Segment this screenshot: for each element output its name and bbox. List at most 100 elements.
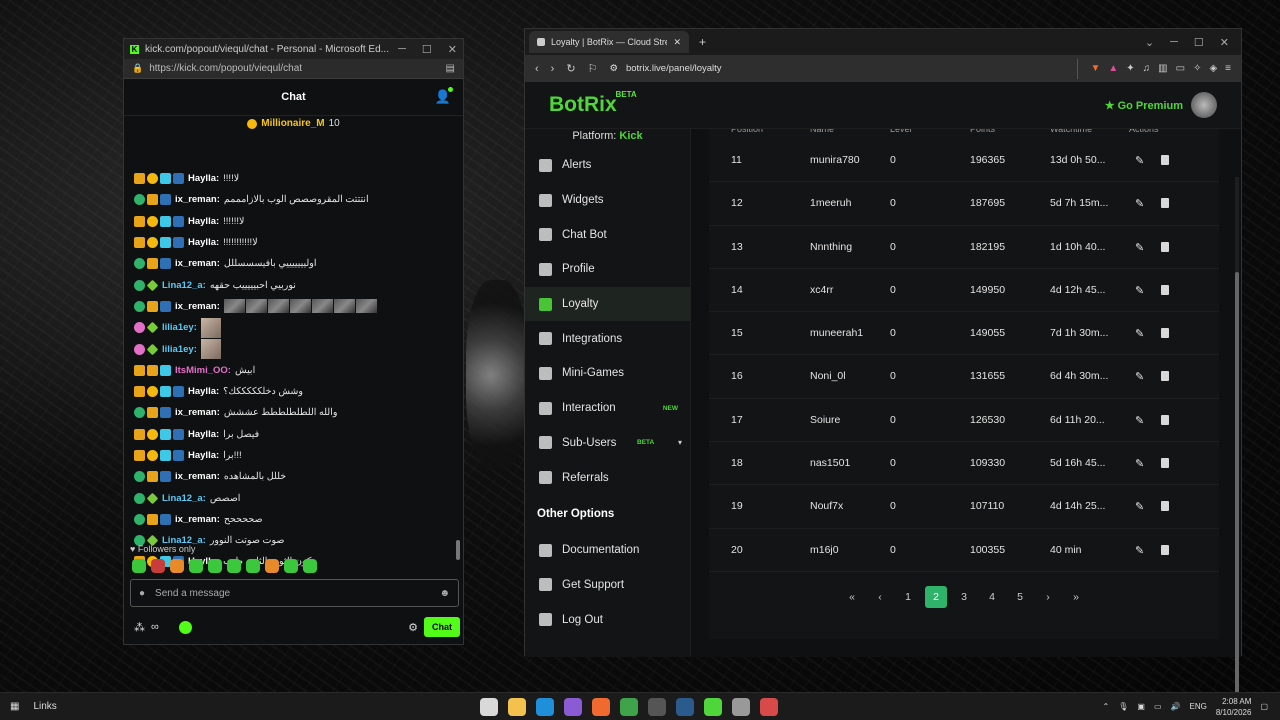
chat-badge-icon[interactable] [173,428,184,440]
wallet-icon[interactable]: ▭ [1176,63,1185,74]
chat-username[interactable]: Haylla: [188,386,219,397]
chat-badge-icon[interactable] [160,407,171,419]
chat-badge-icon[interactable] [173,215,184,227]
chat-username[interactable]: ix_reman: [175,407,220,418]
sidebar-item-log-out[interactable]: Log Out [525,602,690,637]
sidebar-item-sub-users[interactable]: Sub-Users BETA ▾ [525,426,690,461]
emote-icon[interactable] [208,559,222,573]
chat-badge-icon[interactable] [134,386,145,398]
lock-icon[interactable]: 🔒 [132,63,143,74]
chevron-down-icon[interactable]: ▾ [678,438,682,447]
chat-badge-icon[interactable] [147,471,158,483]
chat-username[interactable]: ix_reman: [175,194,220,205]
brave-rewards-icon[interactable]: ▲ [1108,63,1118,74]
steam-icon[interactable] [676,697,694,716]
delete-trash-icon[interactable] [1161,371,1169,382]
notification-icon[interactable]: ▢ [1260,702,1268,711]
chat-badge-icon[interactable] [147,513,158,525]
chat-username[interactable]: ix_reman: [175,471,220,482]
page-button[interactable]: 3 [953,586,975,608]
minimize-icon[interactable]: ─ [398,43,406,56]
battery-icon[interactable]: ▭ [1154,702,1162,711]
sidebar-item-get-support[interactable]: Get Support [525,568,690,603]
prev-page-icon[interactable]: ‹ [869,586,891,608]
chat-badge-icon[interactable] [173,173,184,185]
chat-badge-icon[interactable] [146,321,159,334]
chat-badge-icon[interactable] [173,450,184,461]
edit-pencil-icon[interactable]: ✎ [1135,327,1144,340]
edit-pencil-icon[interactable]: ✎ [1135,154,1144,167]
tray-chevron-icon[interactable]: ⌃ [1103,702,1110,711]
start-icon[interactable] [480,697,498,716]
settings-gear-icon[interactable]: ⚙ [408,621,418,634]
botrix-logo[interactable]: BotRix BETA [549,90,637,117]
delete-trash-icon[interactable] [1161,414,1169,425]
chat-badge-icon[interactable] [146,492,159,504]
reader-icon[interactable]: ▤ [446,63,455,74]
chat-badge-icon[interactable] [134,492,145,504]
chat-badge-icon[interactable] [147,428,158,440]
chat-badge-icon[interactable] [134,173,145,185]
chat-username[interactable]: ix_reman: [175,258,220,269]
chat-badge-icon[interactable] [134,471,145,483]
chat-badge-icon[interactable] [147,450,158,461]
chat-username[interactable]: Lina12_a: [162,493,206,504]
chat-badge-icon[interactable] [147,194,158,206]
volume-icon[interactable]: 🔊 [1171,702,1181,711]
delete-trash-icon[interactable] [1161,328,1169,339]
emote-icon[interactable] [170,559,184,573]
edit-pencil-icon[interactable]: ✎ [1135,414,1144,427]
widgets-icon[interactable]: ▦ [10,701,19,712]
chat-badge-icon[interactable] [160,194,171,206]
page-scrollbar[interactable] [1235,177,1239,702]
vpn-icon[interactable]: ◈ [1209,63,1217,74]
edge-icon[interactable] [536,697,554,716]
chat-username[interactable]: Haylla: [188,237,219,248]
chat-username[interactable]: lilia1ey: [162,322,197,333]
chat-badge-icon[interactable] [147,237,158,249]
chat-badge-icon[interactable] [160,237,171,249]
chat-badge-icon[interactable] [160,386,171,398]
chat-badge-icon[interactable] [134,258,145,270]
discord-icon[interactable] [564,697,582,716]
chat-badge-icon[interactable] [147,215,158,227]
media-icon[interactable]: ♫ [1143,63,1151,74]
emote-icon[interactable] [151,559,165,573]
delete-trash-icon[interactable] [1161,284,1169,295]
language-indicator[interactable]: ENG [1190,702,1207,711]
chat-badge-icon[interactable] [134,407,145,419]
chat-badge-icon[interactable] [160,300,171,312]
maximize-icon[interactable]: ☐ [1194,36,1204,49]
delete-trash-icon[interactable] [1161,198,1169,209]
forward-icon[interactable]: › [551,63,555,75]
sidebar-item-interaction[interactable]: Interaction NEW [525,391,690,426]
chat-badge-icon[interactable] [146,343,159,355]
logitech-icon[interactable] [732,697,750,716]
chat-badge-icon[interactable] [134,450,145,461]
emote-icon[interactable] [303,559,317,573]
chat-badge-icon[interactable] [160,450,171,461]
sidebar-icon[interactable]: ▥ [1158,63,1167,74]
chat-badge-icon[interactable] [147,386,158,398]
chat-badge-icon[interactable] [147,300,158,312]
chat-username[interactable]: Haylla: [188,429,219,440]
chat-username[interactable]: Haylla: [188,173,219,184]
last-page-icon[interactable]: » [1065,586,1087,608]
column-header[interactable]: Name [810,129,834,134]
chrome-icon[interactable] [620,697,638,716]
file-explorer-icon[interactable] [508,697,526,716]
chat-scrollbar[interactable] [456,168,461,570]
maximize-icon[interactable]: ☐ [422,43,432,56]
sidebar-item-loyalty[interactable]: Loyalty [525,286,690,322]
minimize-icon[interactable]: ─ [1170,36,1178,49]
edge-addressbar[interactable]: 🔒 https://kick.com/popout/viequl/chat ▤ [124,59,463,79]
chat-badge-icon[interactable] [160,364,171,376]
page-button[interactable]: 1 [897,586,919,608]
chat-badge-icon[interactable]: ● [139,588,145,599]
column-header[interactable]: Actions [1129,129,1159,134]
delete-trash-icon[interactable] [1161,241,1169,252]
chat-username[interactable]: Lina12_a: [162,280,206,291]
chat-badge-icon[interactable] [134,343,145,355]
sidebar-item-widgets[interactable]: Widgets [525,183,690,218]
back-icon[interactable]: ‹ [535,63,539,75]
